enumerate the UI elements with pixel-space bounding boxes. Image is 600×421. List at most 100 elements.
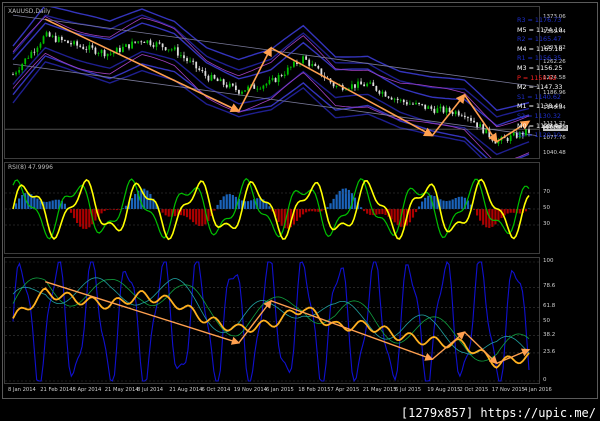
rsi-pane[interactable]: RSI(8) 47.9996: [4, 162, 540, 254]
rsi-histogram-bar-down: [280, 209, 283, 226]
time-tick-label: 7 Apr 2015: [330, 387, 360, 393]
rsi-histogram-bar-down: [524, 209, 528, 212]
rsi-histogram-bar-down: [509, 209, 512, 213]
rsi-histogram-bar-down: [69, 209, 73, 213]
rsi-axis: 70 50 30: [541, 162, 597, 254]
stoch-pane[interactable]: [4, 257, 540, 384]
rsi-histogram-bar-up: [338, 190, 341, 209]
candle-body: [57, 36, 60, 42]
rsi-histogram-bar-down: [72, 209, 76, 219]
candle-body: [176, 47, 179, 56]
pivot-label: S1 = 1140.62: [517, 92, 561, 101]
candle-body: [439, 106, 442, 109]
candle-body: [418, 102, 420, 105]
candle-body: [259, 88, 262, 90]
rsi-histogram-bar-up: [18, 198, 21, 209]
stoch-tick-label: 23.6: [543, 348, 556, 355]
candle-body: [234, 85, 237, 91]
time-tick-label: 6 Oct 2014: [201, 387, 231, 393]
candle-body: [335, 86, 338, 87]
candle-body: [381, 91, 384, 94]
rsi-histogram-bar-up: [48, 201, 51, 209]
stoch-axis: 100 78.6 61.8 50 38.2 23.6 0: [541, 257, 597, 384]
candle-body: [369, 82, 372, 84]
rsi-histogram-bar-up: [134, 194, 137, 209]
candle-body: [286, 67, 289, 75]
rsi-histogram-bar-down: [85, 209, 88, 229]
candle-body: [467, 117, 469, 119]
rsi-histogram-bar-up: [442, 200, 445, 209]
stoch-tick-label: 50: [543, 317, 550, 324]
stoch-chart: [5, 260, 539, 383]
candle-body: [292, 61, 295, 67]
pivot-label: M4 = 1165.18: [517, 44, 563, 53]
candle-body: [360, 81, 362, 85]
candle-body: [122, 46, 124, 52]
stoch-tick-label: 0: [543, 377, 547, 383]
rsi-histogram-bar-up: [417, 206, 421, 209]
candle-body: [393, 98, 396, 100]
rsi-histogram-bar-down: [363, 209, 366, 212]
rsi-histogram-bar-down: [76, 209, 79, 224]
pivot-label: M2 = 1147.33: [517, 83, 563, 92]
candle-body: [231, 83, 234, 86]
rsi-histogram-bar-down: [277, 209, 280, 222]
rsi-histogram-bar-up: [21, 194, 24, 209]
candle-body: [213, 74, 216, 79]
candle-body: [210, 74, 213, 81]
candle-body: [390, 97, 393, 100]
time-tick-label: 6 Jan 2015: [266, 387, 294, 393]
rsi-histogram-bar-down: [201, 209, 204, 227]
candle-body: [192, 60, 195, 62]
rsi-histogram-bar-down: [314, 209, 317, 212]
candle-body: [125, 44, 127, 47]
rsi-histogram-bar-up: [33, 196, 36, 209]
rsi-histogram-bar-up: [219, 199, 222, 209]
candle-body: [351, 84, 353, 89]
rsi-histogram-bar-down: [195, 209, 198, 225]
rsi-histogram-bar-down: [161, 209, 164, 213]
time-tick-label: 17 Nov 2015: [491, 387, 525, 393]
candle-body: [509, 135, 512, 142]
candle-body: [195, 61, 198, 69]
candle-body: [73, 41, 75, 45]
rsi-histogram-bar-down: [298, 209, 302, 218]
rsi-histogram-bar-up: [353, 197, 357, 209]
candle-body: [457, 111, 460, 116]
price-pane[interactable]: XAUUSD,Daily: [4, 6, 540, 159]
rsi-histogram-bar-up: [332, 198, 335, 209]
candle-body: [48, 32, 51, 37]
candle-body: [21, 63, 24, 71]
rsi-histogram-bar-up: [424, 197, 427, 209]
rsi-histogram-bar-down: [393, 209, 396, 223]
candle-body: [473, 120, 475, 123]
candle-body: [479, 124, 482, 128]
candle-body: [183, 55, 185, 59]
candle-body: [366, 83, 369, 87]
candle-body: [207, 75, 210, 81]
rsi-histogram-bar-down: [301, 209, 305, 215]
candle-body: [280, 75, 283, 77]
candle-body: [186, 58, 188, 61]
rsi-histogram-bar-up: [247, 201, 250, 209]
rsi-histogram-bar-up: [268, 206, 271, 209]
candle-body: [170, 49, 173, 51]
candle-body: [180, 55, 182, 57]
rsi-histogram-bar-down: [482, 209, 485, 225]
stoch-tick-label: 78.6: [543, 283, 556, 290]
rsi-histogram-bar-up: [335, 194, 338, 209]
time-tick-label: 4 Jan 2016: [524, 387, 552, 393]
candle-body: [289, 66, 292, 68]
candle-body: [173, 47, 176, 50]
rsi-histogram-bar-down: [491, 209, 494, 227]
rsi-histogram-bar-down: [366, 209, 369, 214]
time-tick-label: 6 Jul 2015: [395, 387, 422, 393]
time-tick-label: 8 Jul 2014: [137, 387, 164, 393]
time-tick-label: 21 Aug 2014: [169, 387, 203, 393]
rsi-histogram-bar-down: [103, 209, 106, 212]
candle-body: [470, 118, 472, 121]
candle-body: [30, 51, 33, 58]
time-tick-label: 8 Apr 2014: [72, 387, 102, 393]
candle-body: [161, 43, 164, 48]
candle-body: [42, 36, 45, 44]
